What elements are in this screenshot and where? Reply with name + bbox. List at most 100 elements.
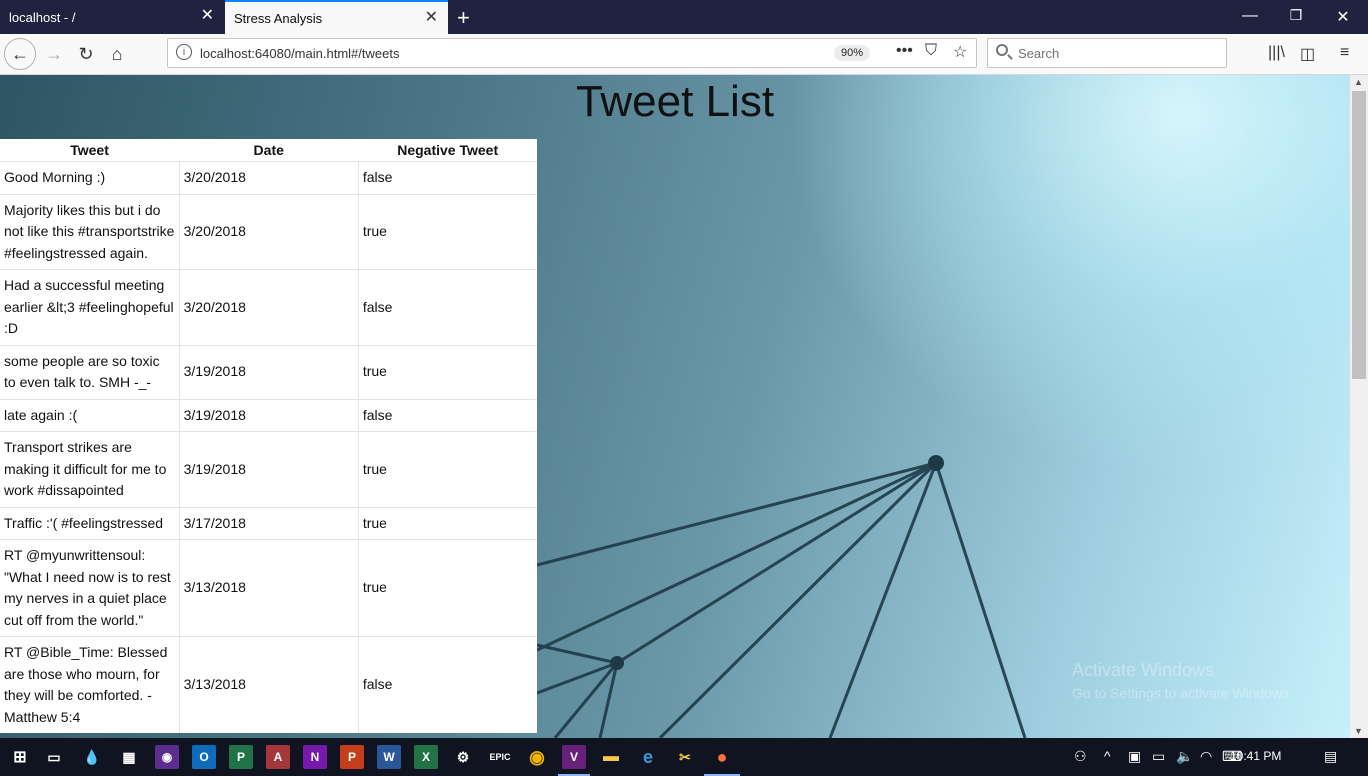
library-icon[interactable]: |||\ <box>1268 44 1285 62</box>
date-cell: 3/19/2018 <box>179 344 359 399</box>
tweet-cell: Transport strikes are making it difficul… <box>0 431 180 507</box>
wifi-icon[interactable]: ◠ <box>1200 748 1212 765</box>
menu-icon[interactable]: ≡ <box>1340 44 1349 62</box>
date-cell: 3/20/2018 <box>179 269 359 345</box>
negative-cell: false <box>358 161 537 194</box>
table-header-row: Tweet Date Negative Tweet <box>0 139 537 162</box>
tweet-cell: RT @Bible_Time: Blessed are those who mo… <box>0 636 180 733</box>
vertical-scrollbar[interactable]: ▲ ▼ <box>1350 75 1368 738</box>
bookmark-star-icon[interactable]: ☆ <box>953 42 967 62</box>
url-text[interactable]: localhost:64080/main.html#/tweets <box>200 46 399 61</box>
edge-icon[interactable]: e <box>636 745 660 769</box>
reload-icon[interactable]: ↻ <box>74 42 98 66</box>
snipping-tool-icon[interactable]: ✂ <box>673 745 697 769</box>
forward-icon[interactable]: → <box>42 42 66 66</box>
tweet-cell: some people are so toxic to even talk to… <box>0 344 180 399</box>
header-tweet: Tweet <box>0 139 180 162</box>
clock-time[interactable]: 10:41 PM <box>1230 749 1281 763</box>
negative-cell: false <box>358 636 537 733</box>
tweet-cell: RT @myunwrittensoul: "What I need now is… <box>0 539 180 637</box>
search-input[interactable]: Search <box>987 38 1227 68</box>
negative-cell: true <box>358 506 537 540</box>
page-viewport: Tweet List Tweet Date Negative Tweet Goo… <box>0 75 1350 738</box>
app-purple-icon[interactable]: ◉ <box>155 745 179 769</box>
pocket-icon[interactable]: ⛉ <box>925 42 937 60</box>
drop-icon[interactable]: 💧 <box>80 745 104 769</box>
scroll-down-icon[interactable]: ▼ <box>1354 726 1363 736</box>
date-cell: 3/13/2018 <box>179 539 359 637</box>
table-row: some people are so toxic to even talk to… <box>0 344 537 399</box>
table-row: late again :( 3/19/2018 false <box>0 398 537 432</box>
tweet-cell: Good Morning :) <box>0 161 180 194</box>
action-center-icon[interactable]: ▤ <box>1324 748 1337 765</box>
close-tab-icon[interactable]: ✕ <box>201 8 214 24</box>
chrome-icon[interactable]: ◉ <box>525 745 549 769</box>
negative-cell: true <box>358 539 537 637</box>
restore-icon[interactable]: ❐ <box>1286 7 1306 24</box>
onenote-icon[interactable]: N <box>303 745 327 769</box>
negative-cell: true <box>358 431 537 507</box>
people-icon[interactable]: ⚇ <box>1074 748 1087 765</box>
task-view-icon[interactable]: ▭ <box>42 745 66 769</box>
outlook-icon[interactable]: O <box>192 745 216 769</box>
negative-cell: false <box>358 398 537 432</box>
project-icon[interactable]: P <box>229 745 253 769</box>
powerpoint-icon[interactable]: P <box>340 745 364 769</box>
negative-cell: true <box>358 344 537 399</box>
page-title: Tweet List <box>575 77 775 126</box>
page-actions-icon[interactable]: ••• <box>896 42 913 60</box>
tweet-cell: Traffic :'( #feelingstressed <box>0 506 180 540</box>
new-tab-icon[interactable]: + <box>457 5 470 31</box>
tweet-cell: late again :( <box>0 398 180 432</box>
search-placeholder: Search <box>1018 46 1060 61</box>
calculator-icon[interactable]: ▦ <box>117 745 141 769</box>
battery-icon[interactable]: ▭ <box>1152 748 1165 765</box>
date-cell: 3/17/2018 <box>179 506 359 540</box>
tab-title: localhost - / <box>9 9 76 25</box>
url-bar[interactable]: i localhost:64080/main.html#/tweets 90% … <box>167 38 977 68</box>
table-row: RT @Bible_Time: Blessed are those who mo… <box>0 636 537 733</box>
date-cell: 3/20/2018 <box>179 161 359 194</box>
tab-localhost[interactable]: localhost - / ✕ <box>0 0 224 34</box>
date-cell: 3/20/2018 <box>179 193 359 270</box>
scrollbar-thumb[interactable] <box>1352 91 1366 379</box>
tray-chevron-up-icon[interactable]: ^ <box>1104 748 1111 764</box>
steam-icon[interactable]: ⚙ <box>451 745 475 769</box>
excel-icon[interactable]: X <box>414 745 438 769</box>
epic-icon[interactable]: EPIC <box>488 745 512 769</box>
tweet-cell: Had a successful meeting earlier &lt;3 #… <box>0 269 180 345</box>
activate-windows-hint: Go to Settings to activate Windows. <box>1072 685 1293 701</box>
tab-title: Stress Analysis <box>234 10 323 26</box>
tray-app-icon[interactable]: ▣ <box>1128 748 1141 765</box>
tab-stress-analysis[interactable]: Stress Analysis ✕ <box>225 0 448 34</box>
firefox-icon[interactable]: ● <box>710 745 734 769</box>
date-cell: 3/19/2018 <box>179 431 359 507</box>
negative-cell: true <box>358 193 537 270</box>
navigation-toolbar: ← → ↻ ⌂ i localhost:64080/main.html#/twe… <box>0 34 1368 75</box>
table-row: Majority likes this but i do not like th… <box>0 193 537 270</box>
volume-icon[interactable]: 🔈 <box>1176 748 1193 765</box>
windows-start-icon[interactable]: ⊞ <box>8 745 32 769</box>
header-date: Date <box>179 139 359 162</box>
search-icon <box>996 44 1008 56</box>
table-row: Traffic :'( #feelingstressed 3/17/2018 t… <box>0 506 537 540</box>
minimize-icon[interactable]: — <box>1240 7 1260 25</box>
home-icon[interactable]: ⌂ <box>105 42 129 66</box>
tweet-table: Tweet Date Negative Tweet Good Morning :… <box>0 139 537 733</box>
sidebar-icon[interactable]: ◫ <box>1300 44 1315 64</box>
negative-cell: false <box>358 269 537 345</box>
browser-tab-strip: localhost - / ✕ Stress Analysis ✕ + — ❐ … <box>0 0 1368 34</box>
access-icon[interactable]: A <box>266 745 290 769</box>
scroll-up-icon[interactable]: ▲ <box>1354 77 1363 87</box>
tweet-cell: Majority likes this but i do not like th… <box>0 193 180 270</box>
header-negative-tweet: Negative Tweet <box>358 139 537 162</box>
window-close-icon[interactable]: ✕ <box>1333 7 1353 27</box>
site-info-icon[interactable]: i <box>176 44 192 60</box>
table-row: Had a successful meeting earlier &lt;3 #… <box>0 269 537 345</box>
file-explorer-icon[interactable]: ▬ <box>599 745 623 769</box>
word-icon[interactable]: W <box>377 745 401 769</box>
back-icon[interactable]: ← <box>4 38 36 70</box>
zoom-level[interactable]: 90% <box>834 45 871 61</box>
close-tab-icon[interactable]: ✕ <box>425 10 438 26</box>
visual-studio-icon[interactable]: V <box>562 745 586 769</box>
